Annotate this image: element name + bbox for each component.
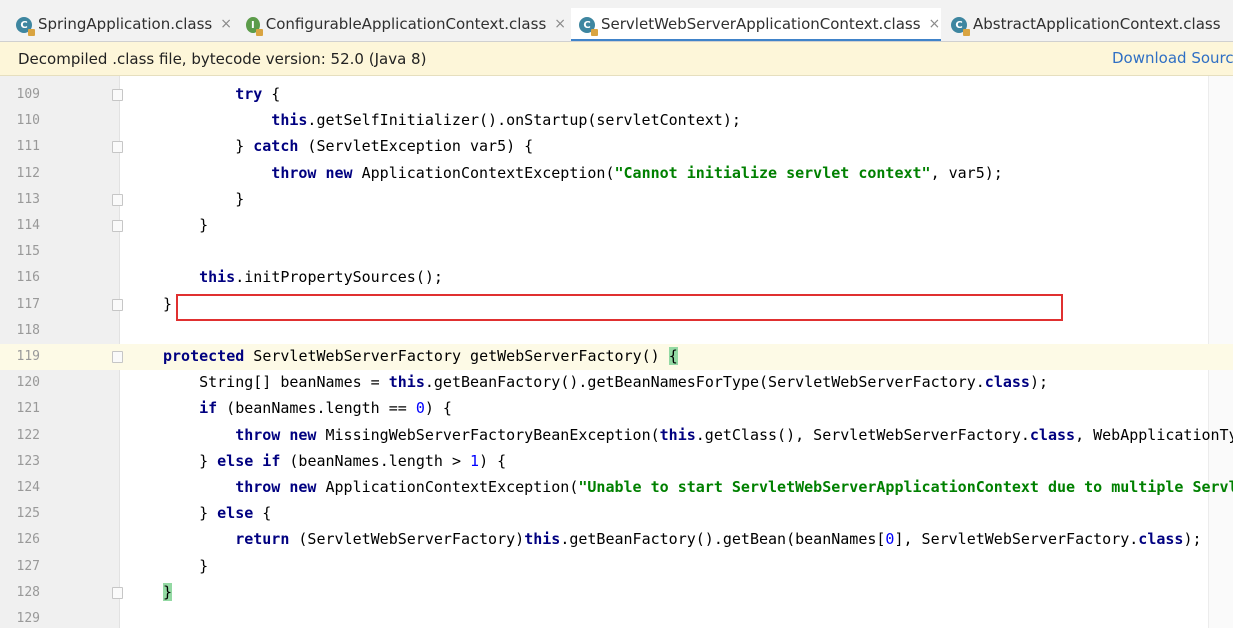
interface-file-icon: I <box>246 17 263 36</box>
code-text: } <box>199 216 209 234</box>
line-number: 128 <box>16 584 40 600</box>
class-file-icon: C <box>951 17 970 36</box>
line-number: 123 <box>16 453 40 469</box>
fold-marker-icon[interactable] <box>112 351 123 363</box>
line-number: 129 <box>16 611 40 626</box>
line-number: 116 <box>16 270 40 286</box>
line-number: 122 <box>16 427 40 443</box>
code-line[interactable]: 110 this.getSelfInitializer().onStartup(s… <box>0 108 1233 134</box>
code-text: } else { <box>199 504 272 523</box>
code-line[interactable]: 122 throw new MissingWebServerFactoryBean… <box>0 423 1233 449</box>
tab-1[interactable]: C SpringApplication.class × <box>8 8 233 41</box>
code-line[interactable]: 116 this.initPropertySources(); <box>0 265 1233 291</box>
code-text: String[] beanNames = this.getBeanFactory… <box>199 373 1049 392</box>
line-number: 127 <box>16 558 40 574</box>
fold-marker-icon[interactable] <box>112 193 123 206</box>
line-number: 112 <box>16 165 40 181</box>
code-line[interactable]: 114} <box>0 213 1233 239</box>
code-line[interactable]: 125 } else { <box>0 501 1233 527</box>
code-line[interactable]: 123 } else if (beanNames.length > 1) { <box>0 449 1233 475</box>
code-text: } else if (beanNames.length > 1) { <box>199 451 507 470</box>
code-line[interactable]: 121 if (beanNames.length == 0) { <box>0 396 1233 422</box>
code-line[interactable]: 124 throw new ApplicationContextException… <box>0 475 1233 501</box>
code-text: if (beanNames.length == 0) { <box>199 399 452 418</box>
code-text: return (ServletWebServerFactory)this.get… <box>235 530 1202 549</box>
code-line[interactable]: 126 return (ServletWebServerFactory)this.… <box>0 527 1233 553</box>
fold-marker-icon[interactable] <box>112 298 123 311</box>
code-text: } <box>199 556 209 575</box>
code-editor[interactable]: 109 try { 110 this.getSelfInitializer().onS… <box>0 76 1233 628</box>
tab-label: ServletWebServerApplicationContext.class <box>601 15 921 33</box>
line-number: 111 <box>16 139 40 155</box>
fold-marker-icon[interactable] <box>112 89 123 101</box>
code-text: throw new ApplicationContextException("U… <box>235 478 1233 496</box>
line-number: 125 <box>16 506 40 522</box>
code-text: throw new MissingWebServerFactoryBeanExc… <box>235 425 1233 444</box>
line-number: 124 <box>16 480 40 495</box>
class-file-icon: C <box>579 17 598 36</box>
code-line[interactable]: 112 throw new ApplicationContextException… <box>0 161 1233 187</box>
code-line[interactable]: 120 String[] beanNames = this.getBeanFact… <box>0 370 1233 396</box>
tab-close-icon[interactable]: × <box>929 16 941 32</box>
tab-label: SpringApplication.class <box>38 15 213 33</box>
class-file-icon: C <box>16 17 35 36</box>
decompiled-notice-bar: Decompiled .class file, bytecode version… <box>0 42 1233 76</box>
line-number: 114 <box>16 218 40 233</box>
code-text: throw new ApplicationContextException("C… <box>271 163 1003 182</box>
code-line[interactable]: 129 <box>0 606 1233 628</box>
code-text: protected ServletWebServerFactory getWeb… <box>163 347 678 365</box>
line-number: 120 <box>16 375 40 391</box>
fold-marker-icon[interactable] <box>112 141 123 154</box>
tab-2[interactable]: I ConfigurableApplicationContext.class × <box>238 8 566 41</box>
line-number: 118 <box>16 322 40 338</box>
read-only-lock-icon <box>255 29 263 36</box>
fold-marker-icon[interactable] <box>112 586 123 599</box>
decompiled-notice-text: Decompiled .class file, bytecode version… <box>18 50 427 68</box>
tab-close-icon[interactable]: × <box>554 16 566 32</box>
read-only-lock-icon <box>28 29 35 36</box>
code-line[interactable]: 113} <box>0 187 1233 213</box>
line-number: 121 <box>16 401 40 417</box>
tab-label: ConfigurableApplicationContext.class <box>265 15 547 33</box>
line-number: 119 <box>16 349 40 364</box>
highlight-annotation-box <box>176 294 1063 321</box>
code-text: this.getSelfInitializer().onStartup(serv… <box>271 111 741 130</box>
code-text: } <box>163 582 173 601</box>
tab-3[interactable]: C ServletWebServerApplicationContext.clas… <box>571 8 941 41</box>
code-line[interactable]: 111 } catch (ServletException var5) { <box>0 134 1233 160</box>
download-sources-link[interactable]: Download Sources <box>1112 49 1233 67</box>
code-line[interactable]: 128} <box>0 580 1233 606</box>
read-only-lock-icon <box>591 29 598 36</box>
line-number: 110 <box>16 113 40 129</box>
code-text: try { <box>235 85 281 103</box>
fold-marker-icon[interactable] <box>112 220 123 232</box>
code-text: } catch (ServletException var5) { <box>235 137 534 156</box>
code-text: } <box>235 189 245 208</box>
code-text: } <box>163 294 173 313</box>
code-line[interactable]: 115 <box>0 239 1233 265</box>
line-number: 109 <box>16 87 40 102</box>
code-line[interactable]: 109 try { <box>0 82 1233 108</box>
line-number: 113 <box>16 191 40 207</box>
line-number: 126 <box>16 532 40 548</box>
code-line[interactable]: 118 <box>0 318 1233 344</box>
tab-label: AbstractApplicationContext.class <box>973 15 1221 33</box>
tab-4[interactable]: C AbstractApplicationContext.class <box>943 8 1233 41</box>
read-only-lock-icon <box>963 29 970 36</box>
editor-tab-bar: C SpringApplication.class × I ConfigurableAp… <box>0 0 1233 42</box>
code-line[interactable]: 119 protected ServletWebServerFactory get… <box>0 344 1233 370</box>
tab-close-icon[interactable]: × <box>220 16 232 32</box>
line-number: 117 <box>16 296 40 312</box>
line-number: 115 <box>16 244 40 260</box>
code-line[interactable]: 127} <box>0 554 1233 580</box>
code-text: this.initPropertySources(); <box>199 268 443 287</box>
